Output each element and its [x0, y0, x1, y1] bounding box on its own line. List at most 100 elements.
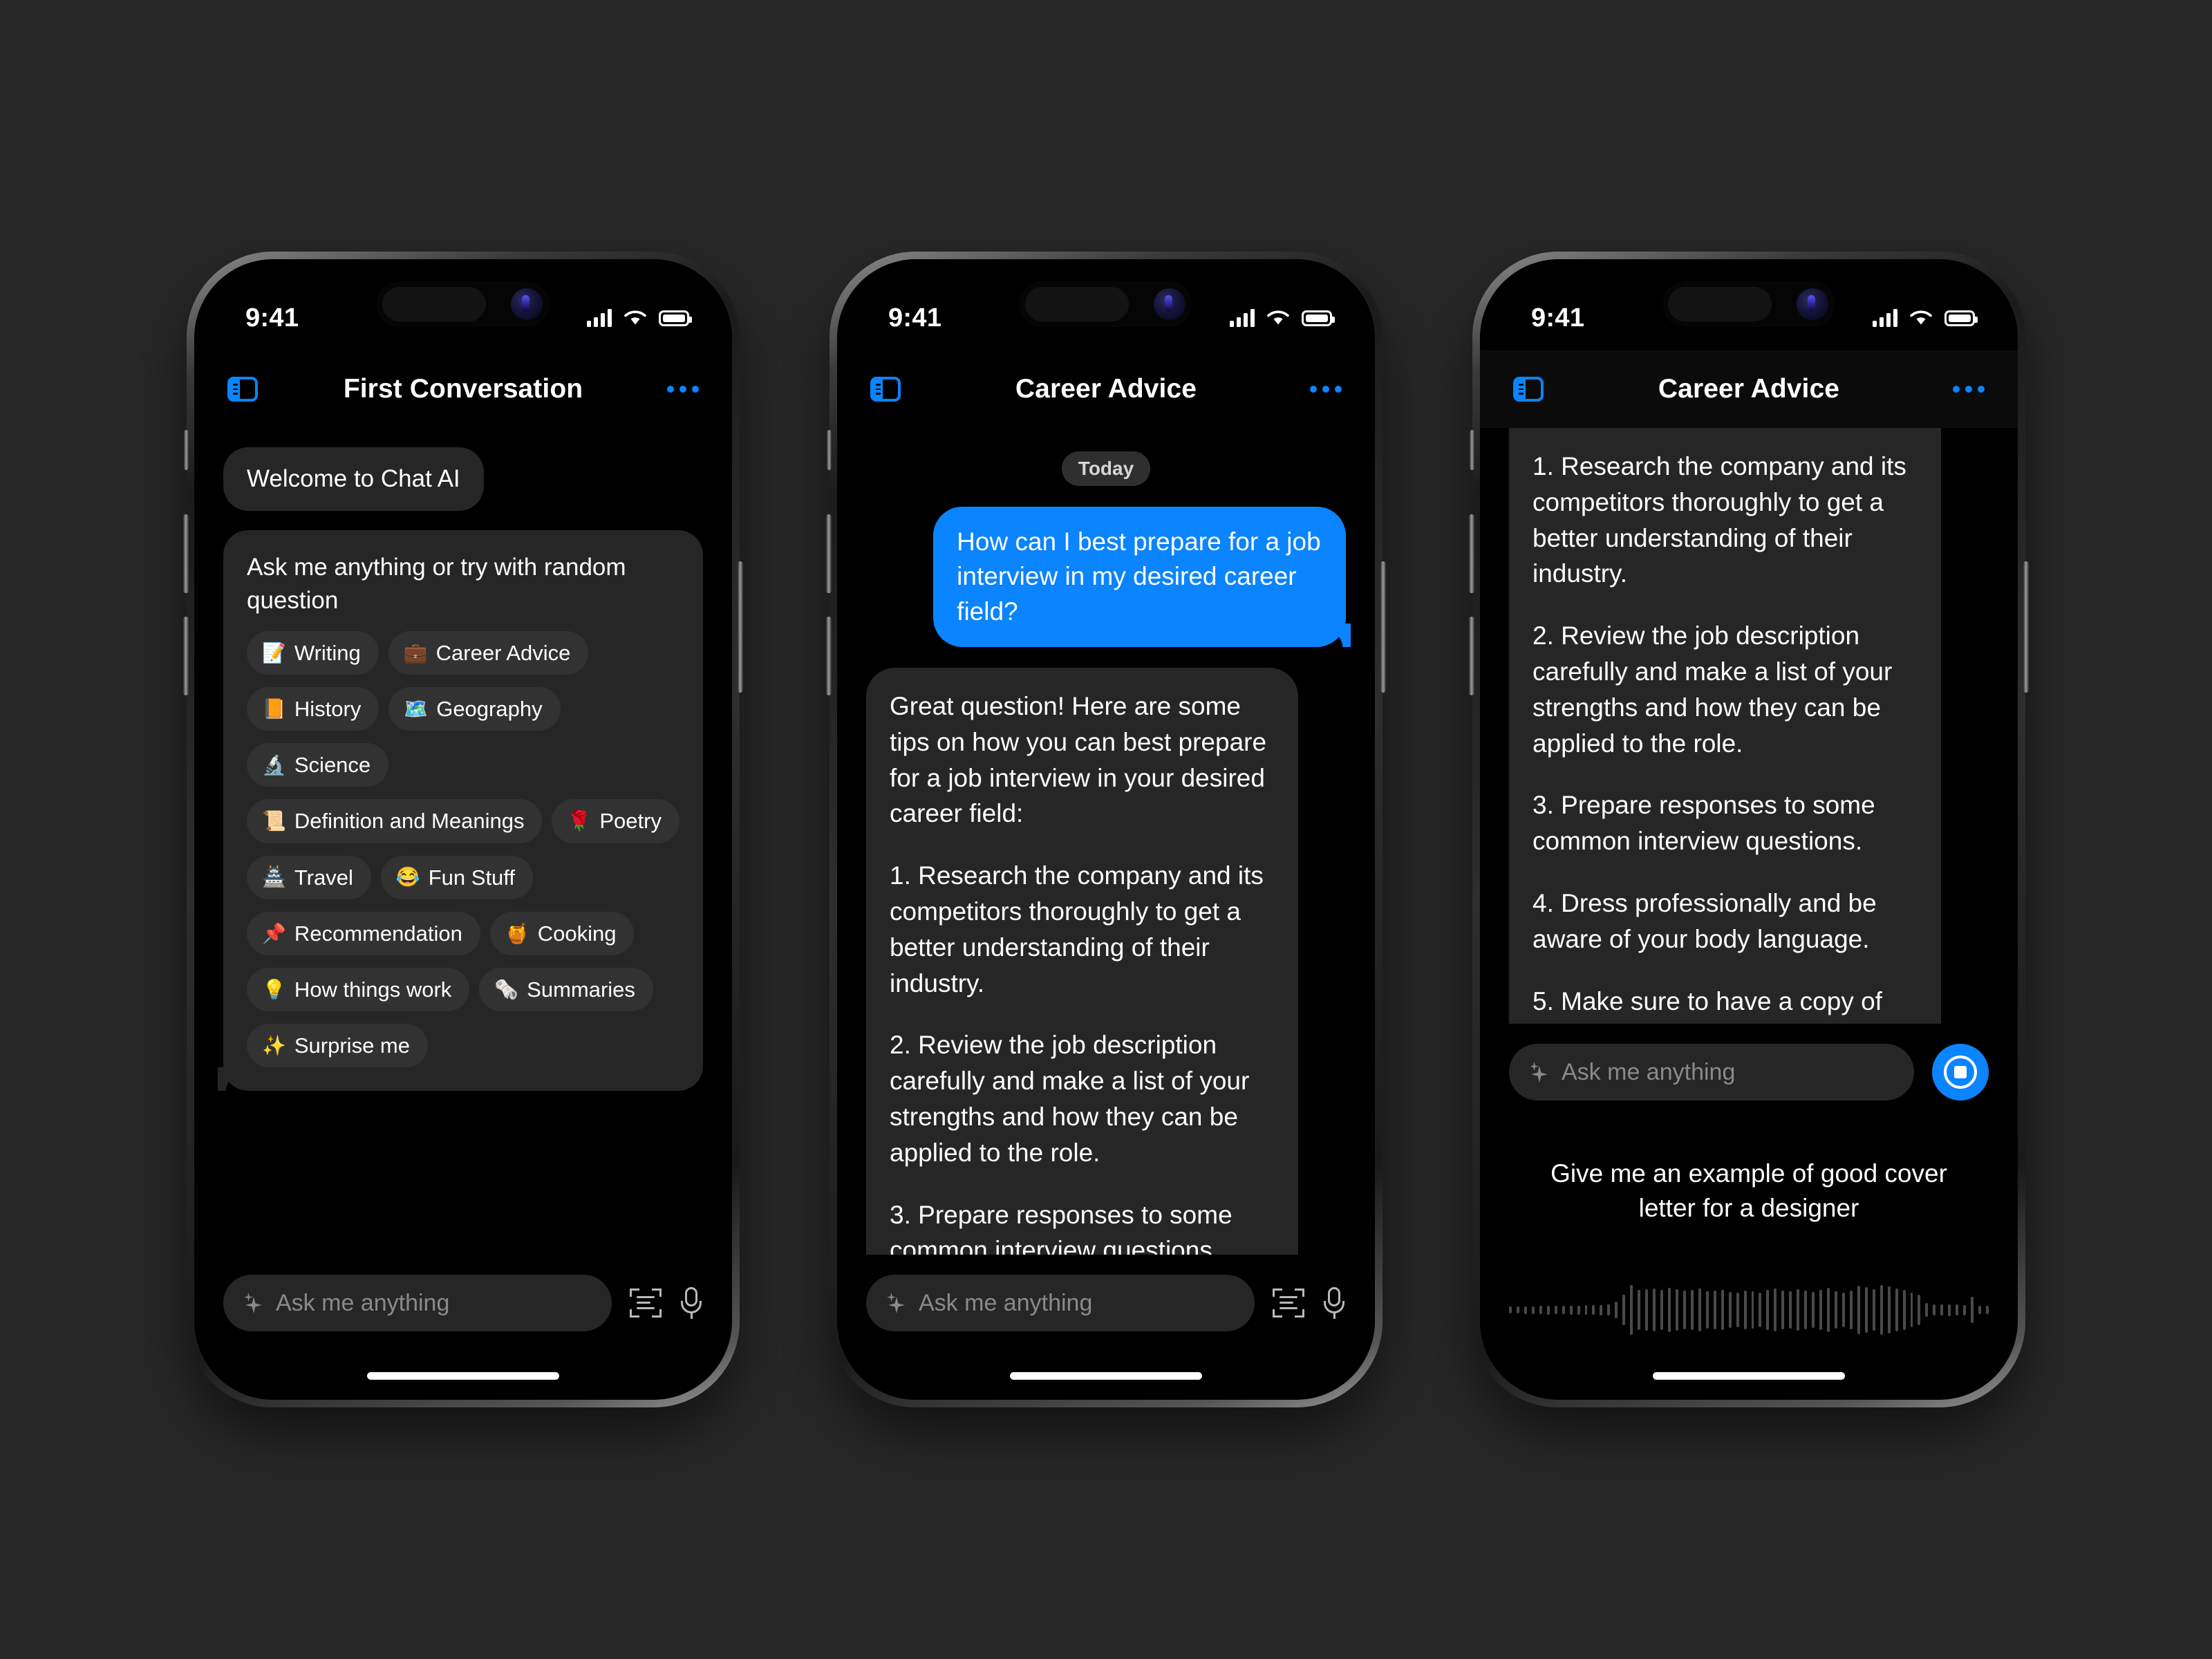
- scan-document-icon[interactable]: [1273, 1288, 1304, 1318]
- screen-career-advice-voice: 9:41 Career Advice 1. Research the compa…: [1480, 259, 2018, 1400]
- chat-content-3[interactable]: 1. Research the company and its competit…: [1480, 428, 2018, 1024]
- voice-capture-panel: Give me an example of good cover letter …: [1480, 1121, 2018, 1351]
- waveform-bar: [1569, 1305, 1573, 1315]
- ai-paragraph: 5. Make sure to have a copy of your resu…: [1533, 986, 1882, 1024]
- home-indicator[interactable]: [837, 1351, 1375, 1400]
- chip-cooking[interactable]: 🍯 Cooking: [489, 911, 635, 955]
- sparkle-icon: [244, 1293, 265, 1313]
- more-options-icon[interactable]: [1310, 386, 1342, 393]
- signal-icon: [587, 309, 612, 327]
- scan-document-icon[interactable]: [630, 1288, 662, 1318]
- battery-icon: [1302, 310, 1335, 326]
- ai-paragraph: 2. Review the job description carefully …: [890, 1031, 1250, 1167]
- waveform-bar: [1743, 1291, 1747, 1329]
- ai-message-bubble: Great question! Here are some tips on ho…: [866, 667, 1298, 1255]
- waveform-bar: [1615, 1302, 1618, 1318]
- sidebar-toggle-icon[interactable]: [227, 377, 258, 402]
- page-title: Career Advice: [1658, 374, 1840, 404]
- volume-up-button[interactable]: [1469, 514, 1474, 593]
- silent-switch[interactable]: [1470, 430, 1474, 470]
- silent-switch[interactable]: [184, 430, 189, 470]
- screen-first-conversation: 9:41 First Conversation Welcome to Chat …: [194, 259, 732, 1400]
- composer-bar-2: Ask me anything: [837, 1255, 1375, 1351]
- message-input[interactable]: Ask me anything: [866, 1275, 1255, 1331]
- composer-bar-1: Ask me anything: [194, 1255, 732, 1351]
- chip-history[interactable]: 📙 History: [247, 687, 379, 731]
- waveform-bar: [1925, 1303, 1929, 1317]
- waveform-bar: [1531, 1306, 1535, 1314]
- chat-content-1: Welcome to Chat AI Ask me anything or tr…: [194, 428, 732, 1255]
- chip-label: Recommendation: [294, 921, 462, 946]
- audio-waveform: [1509, 1268, 1989, 1351]
- waveform-bar: [1675, 1289, 1678, 1331]
- stop-recording-button[interactable]: [1932, 1044, 1989, 1101]
- waveform-bar: [1607, 1304, 1611, 1315]
- sparkle-icon: [887, 1293, 908, 1313]
- waveform-bar: [1910, 1293, 1913, 1327]
- ai-paragraph: 3. Prepare responses to some common inte…: [890, 1200, 1232, 1255]
- chip-label: How things work: [294, 977, 452, 1002]
- silent-switch[interactable]: [827, 430, 832, 470]
- waveform-bar: [1849, 1291, 1853, 1329]
- chip-travel[interactable]: 🏯 Travel: [247, 855, 371, 899]
- waveform-bar: [1804, 1291, 1808, 1329]
- waveform-bar: [1524, 1306, 1527, 1314]
- input-placeholder: Ask me anything: [276, 1289, 450, 1316]
- waveform-bar: [1827, 1288, 1830, 1332]
- chip-fun-stuff[interactable]: 😂 Fun Stuff: [380, 855, 533, 899]
- welcome-bubble: Welcome to Chat AI: [223, 447, 484, 511]
- home-indicator[interactable]: [1480, 1351, 2018, 1400]
- chip-writing[interactable]: 📝 Writing: [247, 630, 379, 675]
- waveform-bar: [1918, 1295, 1921, 1325]
- chip-definition-and-meanings[interactable]: 📜 Definition and Meanings: [247, 799, 543, 843]
- sidebar-toggle-icon[interactable]: [870, 377, 901, 402]
- phone-mockup-1: 9:41 First Conversation Welcome to Chat …: [183, 252, 743, 1407]
- volume-down-button[interactable]: [826, 617, 832, 695]
- power-button[interactable]: [1380, 561, 1386, 693]
- laughing-face-icon: 😂: [395, 866, 420, 888]
- user-message-bubble: How can I best prepare for a job intervi…: [933, 507, 1346, 647]
- message-input[interactable]: Ask me anything: [1509, 1044, 1914, 1101]
- day-divider: Today: [1061, 451, 1151, 486]
- ai-paragraph: Great question! Here are some tips on ho…: [890, 691, 1267, 828]
- waveform-bar: [1751, 1291, 1754, 1329]
- more-options-icon[interactable]: [667, 386, 699, 393]
- chip-label: Writing: [294, 640, 361, 665]
- status-time: 9:41: [888, 303, 942, 332]
- waveform-bar: [1872, 1289, 1875, 1331]
- microphone-icon[interactable]: [679, 1287, 703, 1319]
- chip-surprise-me[interactable]: ✨ Surprise me: [247, 1024, 428, 1068]
- chip-recommendation[interactable]: 📌 Recommendation: [247, 911, 480, 955]
- waveform-bar: [1509, 1306, 1512, 1313]
- chip-geography[interactable]: 🗺️ Geography: [388, 687, 561, 731]
- power-button[interactable]: [738, 561, 743, 693]
- nav-bar-1: First Conversation: [194, 350, 732, 428]
- microphone-icon[interactable]: [1322, 1287, 1346, 1319]
- chip-summaries[interactable]: 🗞️ Summaries: [479, 967, 653, 1012]
- chat-content-2[interactable]: Today How can I best prepare for a job i…: [837, 428, 1375, 1255]
- dynamic-island: [1020, 281, 1192, 327]
- volume-up-button[interactable]: [826, 514, 832, 593]
- welcome-row: Welcome to Chat AI: [223, 447, 703, 511]
- message-input[interactable]: Ask me anything: [223, 1275, 612, 1331]
- map-icon: 🗺️: [404, 697, 429, 720]
- chip-how-things-work[interactable]: 💡 How things work: [247, 967, 470, 1012]
- wifi-icon: [1910, 310, 1932, 325]
- volume-down-button[interactable]: [183, 617, 189, 695]
- battery-icon: [1944, 310, 1978, 326]
- sparkles-icon: ✨: [262, 1034, 286, 1056]
- volume-down-button[interactable]: [1469, 617, 1474, 695]
- more-options-icon[interactable]: [1953, 386, 1985, 393]
- chip-science[interactable]: 🔬 Science: [247, 743, 389, 787]
- book-icon: 📙: [262, 697, 286, 720]
- home-indicator[interactable]: [194, 1351, 732, 1400]
- prompt-card-title: Ask me anything or try with random quest…: [247, 553, 626, 614]
- waveform-bar: [1645, 1289, 1649, 1331]
- wifi-icon: [1267, 310, 1289, 325]
- chip-poetry[interactable]: 🌹 Poetry: [552, 799, 679, 843]
- sidebar-toggle-icon[interactable]: [1513, 377, 1544, 402]
- waveform-bar: [1622, 1295, 1626, 1325]
- chip-career-advice[interactable]: 💼 Career Advice: [388, 630, 589, 675]
- volume-up-button[interactable]: [183, 514, 189, 593]
- power-button[interactable]: [2023, 561, 2029, 693]
